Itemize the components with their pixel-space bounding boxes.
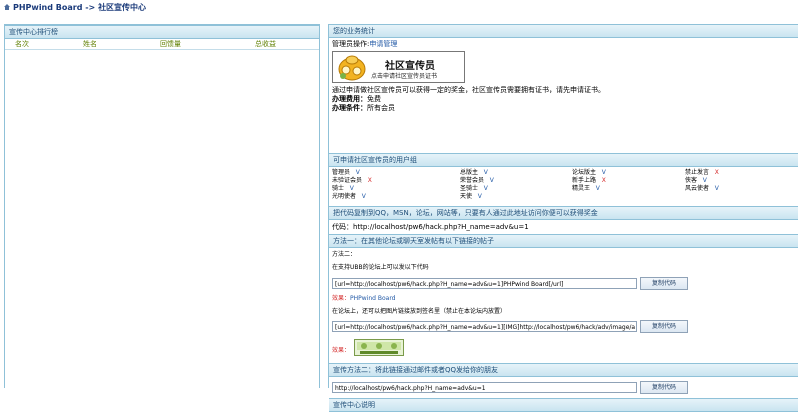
group-item: 骑士 V xyxy=(332,185,354,192)
group-item: 管理员 V xyxy=(332,169,360,176)
groups-grid: 管理员 V 总版主 V 论坛版主 V 禁止发言 X 未验证会员 X 荣誉会员 V… xyxy=(329,169,798,201)
main-panel: 您的业务统计 管理员操作:申请管理 社区宣传员 点击申请社区宣传员证书 通过申请… xyxy=(328,24,798,412)
group-item: 论坛版主 V xyxy=(572,169,606,176)
center-info-title: 宣传中心说明 xyxy=(329,398,798,412)
share-code-label: 代码： xyxy=(332,223,353,231)
group-item: 精灵王 V xyxy=(572,185,600,192)
home-icon xyxy=(4,3,10,10)
group-item: 侠客 V xyxy=(685,177,707,184)
method2-section: 宣传方法二：将此链接通过邮件或者QQ发给你的朋友 http://localhos… xyxy=(329,363,798,394)
group-item: 光明使者 V xyxy=(332,193,366,200)
banner-title: 社区宣传员 xyxy=(385,61,435,72)
stats-section: 您的业务统计 管理员操作:申请管理 社区宣传员 点击申请社区宣传员证书 通过申请… xyxy=(329,24,798,113)
image-signature-label: 在论坛上，还可以把图片链接放到签名里（禁止在本论坛内放置） xyxy=(332,308,507,315)
effect-label: 效果： xyxy=(332,295,351,302)
group-item: 新手上路 X xyxy=(572,177,606,184)
stats-description: 通过申请做社区宣传员可以获得一定的奖金，社区宣传员需要拥有证书，请先申请证书。 xyxy=(332,86,605,94)
share-code-value: http://localhost/pw6/hack.php?H_name=adv… xyxy=(353,223,529,231)
column-income: 总收益 xyxy=(255,40,276,48)
group-item: 总版主 V xyxy=(460,169,488,176)
effect-row: 效果：PHPwind Board xyxy=(332,295,396,303)
banner-subtitle: 点击申请社区宣传员证书 xyxy=(371,73,438,80)
groups-section: 可申请社区宣传员的用户组 管理员 V 总版主 V 论坛版主 V 禁止发言 X 未… xyxy=(329,153,798,201)
method1-subtitle: 方法二： xyxy=(332,251,357,258)
share-code-row: 代码：http://localhost/pw6/hack.php?H_name=… xyxy=(329,223,798,232)
coin-bag-icon xyxy=(338,55,366,81)
group-item: 天使 V xyxy=(460,193,482,200)
ranking-panel-title: 宣传中心排行榜 xyxy=(5,25,319,39)
group-item: 风云使者 V xyxy=(685,185,719,192)
breadcrumb: PHPwind Board -> 社区宣传中心 xyxy=(4,3,146,13)
image-code-field[interactable]: [url=http://localhost/pw6/hack.php?H_nam… xyxy=(332,321,637,332)
column-rank: 名次 xyxy=(15,40,29,48)
ubb-code-field[interactable]: [url=http://localhost/pw6/hack.php?H_nam… xyxy=(332,278,637,289)
fee-row: 办理费用：免费 xyxy=(329,95,798,104)
effect-label-2: 效果： xyxy=(332,347,351,354)
ubb-label: 在支持UBB的论坛上可以发以下代码 xyxy=(332,264,429,271)
effect-link[interactable]: PHPwind Board xyxy=(350,295,395,302)
breadcrumb-separator: -> xyxy=(85,3,96,12)
apply-certificate-banner[interactable]: 社区宣传员 点击申请社区宣传员证书 xyxy=(332,51,465,83)
center-info-section: 宣传中心说明 xyxy=(329,398,798,412)
condition-row: 办理条件：所有会员 xyxy=(329,104,798,113)
method1-section: 方法一：在其他论坛或聊天室发帖有以下链接的帖子 方法二： 在支持UBB的论坛上可… xyxy=(329,234,798,356)
column-name: 姓名 xyxy=(83,40,97,48)
ranking-columns: 名次 姓名 回馈量 总收益 xyxy=(5,39,319,50)
groups-title: 可申请社区宣传员的用户组 xyxy=(329,153,798,167)
admin-op-row: 管理员操作:申请管理 xyxy=(329,40,798,49)
share-section: 把代码复制到QQ，MSN，论坛，网站等，只要有人通过此地址访问你便可以获得奖金 … xyxy=(329,206,798,232)
method1-title: 方法一：在其他论坛或聊天室发帖有以下链接的帖子 xyxy=(329,234,798,248)
group-item: 禁止发言 X xyxy=(685,169,719,176)
fee-value: 免费 xyxy=(367,95,381,103)
column-feedback: 回馈量 xyxy=(160,40,181,48)
group-item: 未验证会员 X xyxy=(332,177,372,184)
fee-label: 办理费用： xyxy=(332,95,367,103)
group-item: 荣誉会员 V xyxy=(460,177,494,184)
condition-value: 所有会员 xyxy=(367,104,395,112)
breadcrumb-current: 社区宣传中心 xyxy=(98,3,147,12)
apply-manage-link[interactable]: 申请管理 xyxy=(369,40,397,48)
condition-label: 办理条件： xyxy=(332,104,367,112)
breadcrumb-site-link[interactable]: PHPwind Board xyxy=(13,3,82,12)
stats-title: 您的业务统计 xyxy=(329,24,798,38)
share-title: 把代码复制到QQ，MSN，论坛，网站等，只要有人通过此地址访问你便可以获得奖金 xyxy=(329,206,798,220)
copy-ubb-button[interactable]: 复制代码 xyxy=(640,277,688,290)
ranking-panel: 宣传中心排行榜 名次 姓名 回馈量 总收益 xyxy=(4,24,320,388)
admin-op-label: 管理员操作: xyxy=(332,40,370,48)
method2-title: 宣传方法二：将此链接通过邮件或者QQ发给你的朋友 xyxy=(329,363,798,377)
group-item: 圣骑士 V xyxy=(460,185,488,192)
copy-image-code-button[interactable]: 复制代码 xyxy=(640,320,688,333)
banner-preview-image[interactable] xyxy=(354,339,404,356)
